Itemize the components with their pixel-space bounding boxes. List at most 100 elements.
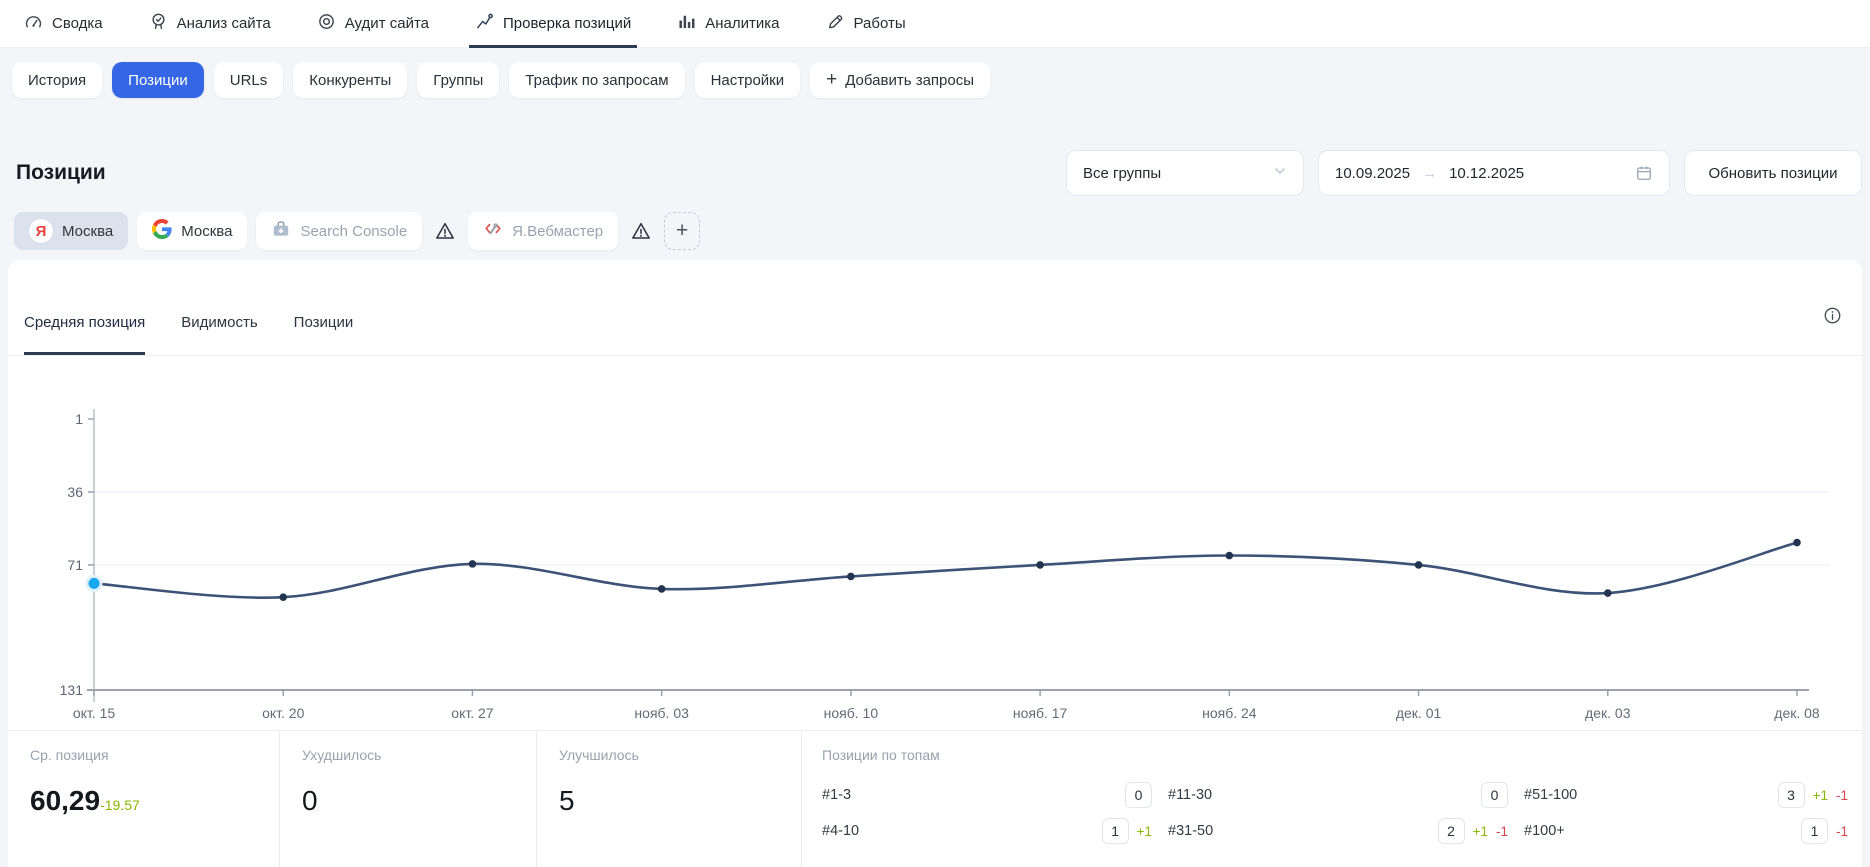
stats-row: Ср. позиция 60,29-19.57 Ухудшилось 0 Улу… bbox=[8, 730, 1862, 867]
nav-item-svodka[interactable]: Сводка bbox=[24, 0, 103, 48]
top-range-31-50: #31-50 2 +1 -1 bbox=[1168, 814, 1508, 848]
pill-nastrojki[interactable]: Настройки bbox=[695, 62, 801, 98]
positions-line-chart[interactable]: 13671131окт. 15окт. 20окт. 27нояб. 03ноя… bbox=[8, 360, 1862, 730]
top-range-label: #1-3 bbox=[822, 787, 851, 803]
plus-icon: + bbox=[676, 219, 688, 243]
chevron-down-icon bbox=[1273, 164, 1287, 182]
stat-label: Ухудшилось bbox=[302, 747, 536, 763]
tab-vidimost[interactable]: Видимость bbox=[181, 314, 257, 355]
engine-chip-search-console[interactable]: Search Console bbox=[256, 212, 422, 250]
svg-text:71: 71 bbox=[67, 557, 83, 573]
top-range-11-30: #11-30 0 bbox=[1168, 778, 1508, 812]
svg-text:дек. 01: дек. 01 bbox=[1396, 705, 1442, 721]
top-range-51-100: #51-100 3 +1 -1 bbox=[1524, 778, 1848, 812]
top-range-value: 1 bbox=[1102, 818, 1129, 844]
svg-text:нояб. 03: нояб. 03 bbox=[634, 705, 689, 721]
nav-item-analiz-sajta[interactable]: Анализ сайта bbox=[149, 0, 271, 48]
tab-pozicii[interactable]: Позиции bbox=[294, 314, 354, 355]
top-range-100plus: #100+ 1 -1 bbox=[1524, 814, 1848, 848]
pill-konkurenty[interactable]: Конкуренты bbox=[293, 62, 407, 98]
top-range-delta-down: -1 bbox=[1496, 824, 1508, 839]
top-range-4-10: #4-10 1 +1 bbox=[822, 814, 1152, 848]
yandex-icon: Я bbox=[29, 219, 53, 243]
add-queries-button[interactable]: + Добавить запросы bbox=[810, 62, 990, 98]
nav-item-label: Аудит сайта bbox=[345, 15, 429, 32]
warning-icon bbox=[630, 220, 652, 242]
top-navigation: Сводка Анализ сайта Аудит сайта Проверка… bbox=[0, 0, 1870, 48]
nav-item-raboty[interactable]: Работы bbox=[826, 0, 906, 48]
engine-chip-label: Москва bbox=[181, 223, 232, 240]
engine-chip-label: Search Console bbox=[300, 223, 407, 240]
svg-text:дек. 08: дек. 08 bbox=[1774, 705, 1820, 721]
update-positions-button[interactable]: Обновить позиции bbox=[1684, 150, 1862, 196]
stat-positions-by-tops: Позиции по топам #1-3 0 #4-10 1 +1 #11-3… bbox=[802, 731, 1862, 867]
sub-navigation-pills: История Позиции URLs Конкуренты Группы Т… bbox=[0, 48, 1870, 98]
pill-gruppy[interactable]: Группы bbox=[417, 62, 499, 98]
nav-item-label: Работы bbox=[854, 15, 906, 32]
tab-srednyaya-poziciya[interactable]: Средняя позиция bbox=[24, 314, 145, 355]
svg-text:1: 1 bbox=[75, 411, 83, 427]
search-engines-bar: Я Москва Москва Search Console Я.Вебмаст… bbox=[0, 196, 1870, 250]
top-range-delta-up: +1 bbox=[1137, 824, 1152, 839]
pill-label: URLs bbox=[230, 72, 268, 89]
top-range-label: #31-50 bbox=[1168, 823, 1213, 839]
engine-chip-label: Москва bbox=[62, 223, 113, 240]
tops-label: Позиции по топам bbox=[822, 747, 1848, 763]
google-icon bbox=[152, 219, 172, 243]
top-range-value: 0 bbox=[1125, 782, 1152, 808]
update-positions-label: Обновить позиции bbox=[1709, 165, 1838, 182]
top-range-delta-up: +1 bbox=[1473, 824, 1488, 839]
stat-better: Улучшилось 5 bbox=[537, 731, 802, 867]
pill-pozicii[interactable]: Позиции bbox=[112, 62, 204, 98]
nav-item-label: Аналитика bbox=[705, 15, 779, 32]
tops-grid: #1-3 0 #4-10 1 +1 #11-30 0 #31-50 2 +1 -… bbox=[822, 778, 1848, 848]
stat-worse: Ухудшилось 0 bbox=[280, 731, 537, 867]
svg-text:нояб. 17: нояб. 17 bbox=[1013, 705, 1068, 721]
chart-tabs: Средняя позиция Видимость Позиции bbox=[8, 260, 1862, 356]
better-value: 5 bbox=[559, 785, 575, 817]
top-range-value: 2 bbox=[1438, 818, 1465, 844]
nav-item-label: Сводка bbox=[52, 15, 103, 32]
audit-target-icon bbox=[317, 12, 336, 35]
pill-trafik-po-zaprosam[interactable]: Трафик по запросам bbox=[509, 62, 684, 98]
date-to-value: 10.12.2025 bbox=[1449, 165, 1524, 182]
svg-text:окт. 15: окт. 15 bbox=[73, 705, 115, 721]
plus-icon: + bbox=[826, 69, 837, 91]
engine-chip-label: Я.Вебмастер bbox=[512, 223, 603, 240]
top-range-delta-down: -1 bbox=[1836, 788, 1848, 803]
chart-area[interactable]: 13671131окт. 15окт. 20окт. 27нояб. 03ноя… bbox=[8, 360, 1862, 730]
engine-chip-google-moskva[interactable]: Москва bbox=[137, 212, 247, 250]
date-range-arrow-icon: → bbox=[1422, 165, 1437, 182]
pill-label: Добавить запросы bbox=[845, 72, 974, 89]
top-range-delta-down: -1 bbox=[1836, 824, 1848, 839]
svg-text:нояб. 10: нояб. 10 bbox=[824, 705, 879, 721]
stat-label: Улучшилось bbox=[559, 747, 801, 763]
check-badge-icon bbox=[149, 12, 168, 35]
pill-istoriya[interactable]: История bbox=[12, 62, 102, 98]
engine-chip-yandex-webmaster[interactable]: Я.Вебмастер bbox=[468, 212, 618, 250]
pill-urls[interactable]: URLs bbox=[214, 62, 284, 98]
stat-label: Ср. позиция bbox=[30, 747, 279, 763]
stat-avg-position: Ср. позиция 60,29-19.57 bbox=[8, 731, 280, 867]
date-from-value: 10.09.2025 bbox=[1335, 165, 1410, 182]
nav-item-audit-sajta[interactable]: Аудит сайта bbox=[317, 0, 429, 48]
engine-chip-yandex-moskva[interactable]: Я Москва bbox=[14, 212, 128, 250]
pill-label: Настройки bbox=[711, 72, 785, 89]
top-range-value: 3 bbox=[1778, 782, 1805, 808]
nav-item-proverka-pozicij[interactable]: Проверка позиций bbox=[475, 0, 631, 48]
page-header: Позиции Все группы 10.09.2025 → 10.12.20… bbox=[16, 150, 1862, 196]
pill-label: История bbox=[28, 72, 86, 89]
group-filter-select[interactable]: Все группы bbox=[1066, 150, 1304, 196]
calendar-icon bbox=[1635, 164, 1653, 182]
gauge-icon bbox=[24, 12, 43, 35]
header-controls: Все группы 10.09.2025 → 10.12.2025 Обнов… bbox=[1066, 150, 1862, 196]
avg-position-delta: -19.57 bbox=[100, 797, 140, 813]
svg-text:нояб. 24: нояб. 24 bbox=[1202, 705, 1257, 721]
avg-position-value: 60,29 bbox=[30, 785, 100, 817]
pill-label: Группы bbox=[433, 72, 483, 89]
info-icon[interactable] bbox=[1823, 306, 1842, 325]
date-range-picker[interactable]: 10.09.2025 → 10.12.2025 bbox=[1318, 150, 1670, 196]
add-search-engine-button[interactable]: + bbox=[664, 212, 700, 250]
pill-label: Позиции bbox=[128, 72, 188, 89]
nav-item-analitika[interactable]: Аналитика bbox=[677, 0, 779, 48]
